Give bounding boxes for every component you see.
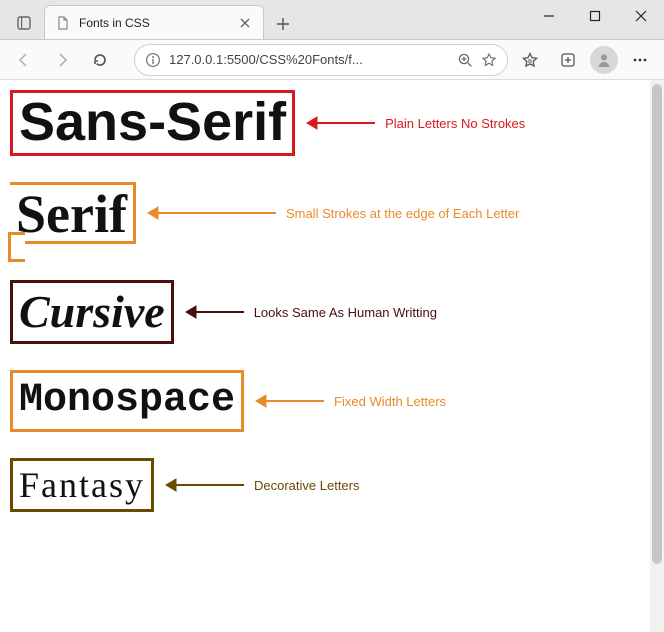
arrow-icon <box>305 114 375 132</box>
minimize-button[interactable] <box>526 0 572 32</box>
font-sample-label: Cursive <box>10 280 174 344</box>
font-row-cursive: Cursive Looks Same As Human Writting <box>10 280 644 344</box>
back-button[interactable] <box>8 45 40 75</box>
font-sample-label: Fantasy <box>10 458 154 512</box>
font-row-sans-serif: Sans-Serif Plain Letters No Strokes <box>10 90 644 156</box>
more-menu-button[interactable] <box>624 45 656 75</box>
page-content: Sans-Serif Plain Letters No Strokes Seri… <box>0 80 650 632</box>
vertical-scrollbar[interactable] <box>650 80 664 632</box>
font-description: Decorative Letters <box>254 478 360 493</box>
forward-button[interactable] <box>46 45 78 75</box>
close-window-button[interactable] <box>618 0 664 32</box>
window-titlebar: Fonts in CSS <box>0 0 664 40</box>
maximize-button[interactable] <box>572 0 618 32</box>
profile-avatar[interactable] <box>590 46 618 74</box>
site-info-icon[interactable] <box>145 52 161 68</box>
tab-title: Fonts in CSS <box>79 16 229 30</box>
collections-button[interactable] <box>552 45 584 75</box>
close-tab-button[interactable] <box>237 15 253 31</box>
favorites-button[interactable] <box>514 45 546 75</box>
font-description: Small Strokes at the edge of Each Letter <box>286 206 519 221</box>
address-bar[interactable]: 127.0.0.1:5500/CSS%20Fonts/f... <box>134 44 508 76</box>
page-viewport: Sans-Serif Plain Letters No Strokes Seri… <box>0 80 664 632</box>
zoom-icon[interactable] <box>457 52 473 68</box>
box-fragment <box>8 232 25 262</box>
reload-button[interactable] <box>84 45 116 75</box>
file-icon <box>55 15 71 31</box>
tab-actions-button[interactable] <box>8 7 40 39</box>
font-sample-label: Monospace <box>10 370 244 432</box>
font-row-serif: Serif Small Strokes at the edge of Each … <box>10 182 644 244</box>
font-sample-label: Sans-Serif <box>10 90 295 156</box>
arrow-icon <box>164 476 244 494</box>
font-sample-label: Serif <box>10 182 136 244</box>
font-row-monospace: Monospace Fixed Width Letters <box>10 370 644 432</box>
font-description: Plain Letters No Strokes <box>385 116 525 131</box>
arrow-icon <box>146 204 276 222</box>
browser-toolbar: 127.0.0.1:5500/CSS%20Fonts/f... <box>0 40 664 80</box>
address-text: 127.0.0.1:5500/CSS%20Fonts/f... <box>169 52 449 67</box>
arrow-icon <box>254 392 324 410</box>
scrollbar-thumb[interactable] <box>652 84 662 564</box>
arrow-icon <box>184 303 244 321</box>
browser-tab[interactable]: Fonts in CSS <box>44 5 264 39</box>
new-tab-button[interactable] <box>268 9 298 39</box>
font-description: Fixed Width Letters <box>334 394 446 409</box>
font-description: Looks Same As Human Writting <box>254 305 437 320</box>
font-row-fantasy: Fantasy Decorative Letters <box>10 458 644 512</box>
window-controls <box>526 0 664 40</box>
favorite-icon[interactable] <box>481 52 497 68</box>
